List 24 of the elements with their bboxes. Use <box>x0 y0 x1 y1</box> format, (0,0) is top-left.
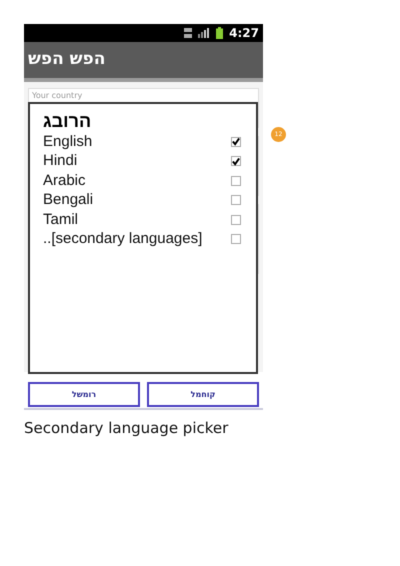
language-label: Tamil <box>43 210 78 230</box>
language-checkbox[interactable] <box>231 136 241 147</box>
language-checkbox[interactable] <box>231 176 241 186</box>
field-label: Your country <box>32 91 84 100</box>
language-label: ..[secondary languages] <box>43 229 202 249</box>
language-label: Bengali <box>43 190 94 210</box>
check-icon <box>232 156 240 166</box>
language-checkbox[interactable] <box>231 156 241 166</box>
status-time: 4:27 <box>229 25 259 42</box>
battery-icon <box>216 27 224 39</box>
dialog-button[interactable]: רומשל <box>28 382 140 407</box>
check-icon <box>232 137 240 146</box>
signal-icon <box>198 28 210 38</box>
dialog-button[interactable]: קוחמל <box>147 382 259 407</box>
data-icon <box>184 28 192 38</box>
language-checkbox[interactable] <box>231 195 241 206</box>
app-title: הפש הפש <box>28 48 106 72</box>
language-label: English <box>43 132 92 152</box>
dialog-title: הרובג <box>43 110 92 132</box>
language-label: Hindi <box>43 151 78 171</box>
caption: Secondary language picker <box>24 418 230 439</box>
language-checkbox[interactable] <box>231 214 241 225</box>
language-label: Arabic <box>43 170 86 190</box>
language-checkbox[interactable] <box>231 234 241 244</box>
